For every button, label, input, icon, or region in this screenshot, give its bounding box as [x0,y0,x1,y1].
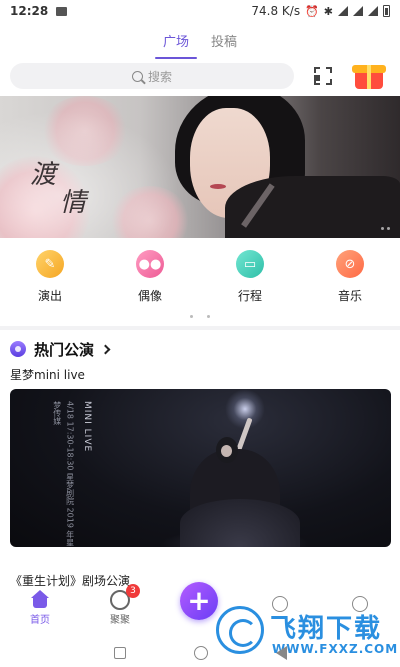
show-title-2[interactable]: 《重生计划》剧场公演 [10,572,130,589]
people-icon: ●● [136,250,164,278]
chevron-right-icon [100,344,111,354]
banner-pager [381,227,390,230]
bluetooth-icon: ✱ [323,4,333,18]
show-title[interactable]: 星梦mini live [10,366,85,383]
music-icon: ⊘ [336,250,364,278]
category-label: 偶像 [137,289,162,303]
recent-apps-button[interactable] [113,646,126,659]
category-pager [0,315,400,318]
status-time: 12:28 [10,4,49,18]
network-speed: 74.8 K/s [251,4,301,18]
section-divider [0,326,400,330]
signal-icon-2 [368,6,378,16]
nav-group[interactable]: 3 聚聚 [90,584,150,626]
back-button[interactable] [275,645,287,660]
gift-icon[interactable] [352,59,386,91]
hot-icon [10,341,26,357]
search-placeholder: 搜索 [147,69,172,84]
alarm-icon: ⏰ [305,4,319,18]
top-tabs: 广场 投稿 [0,28,400,59]
nav-home[interactable]: 首页 [10,590,70,626]
ticket-icon: ✎ [36,250,64,278]
hot-section-header[interactable]: 热门公演 [10,338,111,360]
banner-calligraphy-2: 情 [60,188,88,218]
wifi-icon [338,6,348,16]
category-performance[interactable]: ✎ 演出 [0,250,100,310]
signal-icon [353,6,363,16]
create-post-button[interactable]: + [180,582,218,620]
poster-logo: MINI LIVE [82,401,92,453]
unread-badge: 3 [126,584,140,598]
nav-home-label: 首页 [30,615,50,626]
banner-carousel[interactable]: 渡 情 [0,96,400,238]
tab-submit[interactable]: 投稿 [211,28,237,58]
show-poster[interactable]: MINI LIVE 4/18 17:30-18:30 星梦剧院 2019 年星梦… [10,389,391,547]
system-nav-bar [0,638,400,667]
nav-group-label: 聚聚 [110,615,130,626]
category-idol[interactable]: ●● 偶像 [100,250,200,310]
banner-calligraphy-1: 渡 [30,160,58,190]
search-icon [131,70,143,82]
category-label: 演出 [37,289,62,303]
search-row: 搜索 [0,63,400,91]
category-schedule[interactable]: ▭ 行程 [200,250,300,310]
calendar-icon: ▭ [236,250,264,278]
category-grid: ✎ 演出 ●● 偶像 ▭ 行程 ⊘ 音乐 [0,250,400,310]
search-input[interactable]: 搜索 [10,63,294,89]
poster-caption: 4/18 17:30-18:30 星梦剧院 2019 年星梦传媒 [52,401,75,547]
battery-icon [383,5,390,17]
tab-square[interactable]: 广场 [154,28,198,59]
chat-icon: 3 [110,584,140,610]
section-title: 热门公演 [34,340,95,359]
home-button[interactable] [193,645,208,660]
category-label: 行程 [237,289,262,303]
home-icon [30,590,50,610]
status-bar: 12:28 74.8 K/s ⏰ ✱ [0,0,400,22]
image-notification-icon [56,6,68,16]
status-right: 74.8 K/s ⏰ ✱ [251,4,390,18]
scan-icon[interactable] [314,67,332,85]
category-label: 音乐 [337,289,362,303]
category-music[interactable]: ⊘ 音乐 [300,250,400,310]
